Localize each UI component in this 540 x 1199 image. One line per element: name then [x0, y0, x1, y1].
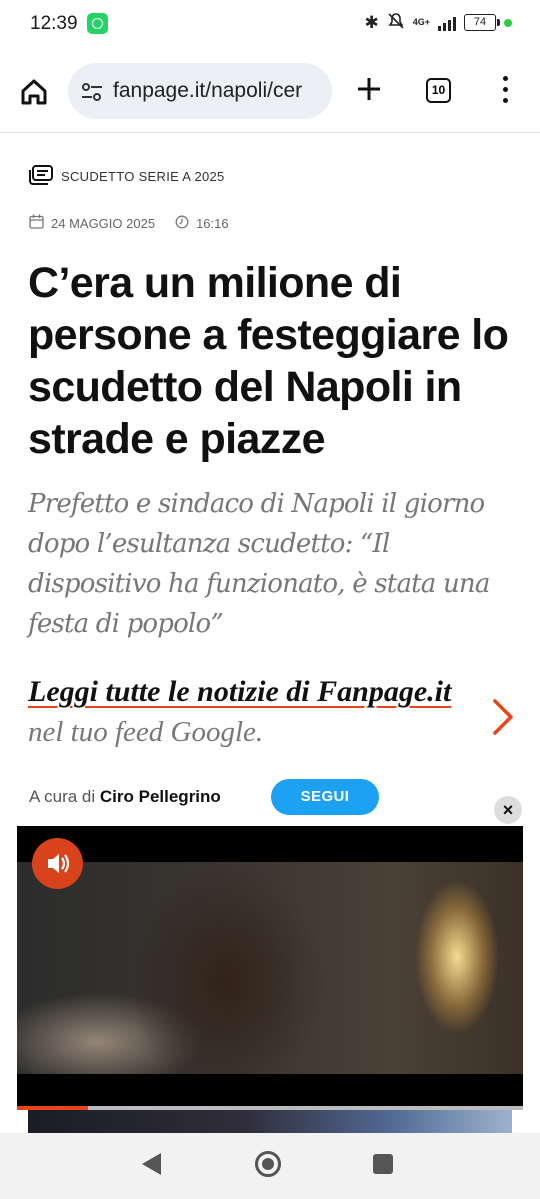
status-bar: 12:39 ✱ 4G+ 74	[0, 0, 540, 48]
url-text[interactable]: fanpage.it/napoli/cer	[113, 79, 302, 103]
google-feed-link[interactable]: Leggi tutte le notizie di Fanpage.it	[28, 675, 451, 708]
recents-icon[interactable]	[373, 1154, 393, 1174]
volume-icon[interactable]	[32, 838, 83, 889]
video-frame[interactable]	[17, 862, 523, 1074]
calendar-icon	[29, 214, 44, 232]
privacy-indicator-icon	[504, 18, 512, 27]
publish-time: 16:16	[196, 215, 229, 231]
article-image	[28, 1110, 512, 1134]
home-button-icon[interactable]	[255, 1151, 281, 1177]
follow-button[interactable]: SEGUI	[271, 779, 379, 815]
menu-icon[interactable]	[498, 76, 512, 106]
signal-icon	[438, 15, 456, 31]
video-player[interactable]	[17, 826, 523, 1110]
clock-icon	[175, 215, 189, 232]
whatsapp-icon	[87, 13, 108, 34]
system-nav-bar	[0, 1133, 540, 1199]
bluetooth-icon: ✱	[364, 12, 379, 32]
article-category[interactable]: SCUDETTO SERIE A 2025	[29, 165, 225, 188]
address-bar[interactable]: fanpage.it/napoli/cer	[68, 63, 332, 119]
category-label[interactable]: SCUDETTO SERIE A 2025	[61, 169, 225, 184]
browser-toolbar: fanpage.it/napoli/cer 10	[0, 48, 540, 133]
home-icon[interactable]	[14, 72, 54, 112]
google-feed-promo[interactable]: Leggi tutte le notizie di Fanpage.it nel…	[28, 672, 488, 752]
google-feed-text: nel tuo feed Google.	[28, 716, 264, 748]
status-icons: ✱ 4G+ 74	[364, 12, 512, 33]
network-type: 4G+	[412, 17, 430, 27]
tabs-icon[interactable]: 10	[426, 78, 451, 103]
back-icon[interactable]	[142, 1153, 161, 1175]
author-line: A cura di Ciro Pellegrino	[29, 787, 221, 807]
chevron-right-icon[interactable]	[490, 697, 516, 737]
battery-icon: 74	[464, 14, 500, 31]
author-prefix: A cura di	[29, 787, 96, 806]
category-icon	[29, 165, 53, 188]
article-title: C’era un milione di persone a festeggiar…	[28, 259, 509, 463]
publish-date: 24 MAGGIO 2025	[51, 215, 156, 231]
mute-icon	[387, 12, 405, 33]
close-ad-button[interactable]: ×	[494, 796, 522, 824]
status-time: 12:39	[30, 13, 78, 34]
site-settings-icon[interactable]	[80, 80, 104, 104]
article-meta: 24 MAGGIO 2025 16:16	[29, 214, 229, 232]
plus-icon[interactable]	[352, 72, 386, 106]
author-name[interactable]: Ciro Pellegrino	[100, 787, 221, 806]
article-subtitle: Prefetto e sindaco di Napoli il giorno d…	[28, 489, 490, 639]
